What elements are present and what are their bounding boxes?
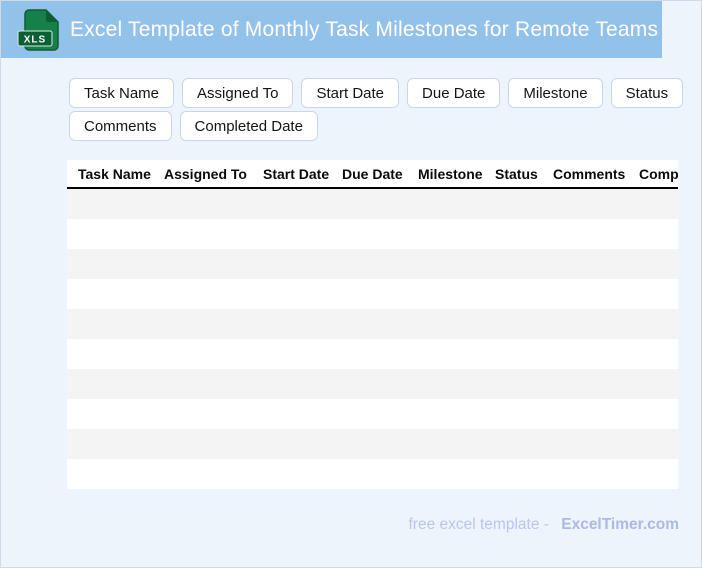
table-row — [67, 279, 678, 309]
xls-file-icon: XLS — [17, 8, 59, 51]
chip-due-date[interactable]: Due Date — [407, 78, 501, 108]
table-row — [67, 429, 678, 459]
table-body — [67, 189, 678, 489]
footer-brand-link[interactable]: ExcelTimer.com — [561, 516, 679, 533]
column-header-task-name: Task Name — [78, 165, 151, 182]
page-title: Excel Template of Monthly Task Milestone… — [70, 17, 659, 41]
column-header-start-date: Start Date — [263, 165, 330, 182]
table-row — [67, 339, 678, 369]
footer-text: free excel template - — [408, 516, 549, 533]
column-header-comments: Comments — [553, 165, 626, 182]
table-row — [67, 189, 678, 219]
chip-row-2: Comments Completed Date — [69, 111, 701, 141]
field-chips: Task Name Assigned To Start Date Due Dat… — [69, 78, 701, 141]
column-header-due-date: Due Date — [342, 165, 403, 182]
table-row — [67, 369, 678, 399]
column-header-assigned-to: Assigned To — [164, 165, 247, 182]
chip-row-1: Task Name Assigned To Start Date Due Dat… — [69, 78, 701, 108]
chip-task-name[interactable]: Task Name — [69, 78, 175, 108]
chip-status[interactable]: Status — [610, 78, 684, 108]
footer: free excel template - ExcelTimer.com — [1, 516, 701, 534]
chip-milestone[interactable]: Milestone — [508, 78, 603, 108]
column-header-milestone: Milestone — [418, 165, 483, 182]
page: XLS Excel Template of Monthly Task Miles… — [0, 0, 702, 568]
table-row — [67, 219, 678, 249]
chip-completed-date[interactable]: Completed Date — [179, 111, 318, 141]
table-row — [67, 399, 678, 429]
table-header-row: Task Name Assigned To Start Date Due Dat… — [67, 160, 678, 189]
chip-start-date[interactable]: Start Date — [301, 78, 400, 108]
table-row — [67, 249, 678, 279]
preview-table: Task Name Assigned To Start Date Due Dat… — [67, 160, 678, 489]
table-row — [67, 459, 678, 489]
header-bar: XLS Excel Template of Monthly Task Miles… — [1, 1, 662, 58]
column-header-completed-date: Completed Date — [639, 165, 678, 182]
chip-assigned-to[interactable]: Assigned To — [182, 78, 294, 108]
table-row — [67, 309, 678, 339]
column-header-status: Status — [495, 165, 538, 182]
xls-icon-label: XLS — [24, 34, 46, 45]
chip-comments[interactable]: Comments — [69, 111, 172, 141]
